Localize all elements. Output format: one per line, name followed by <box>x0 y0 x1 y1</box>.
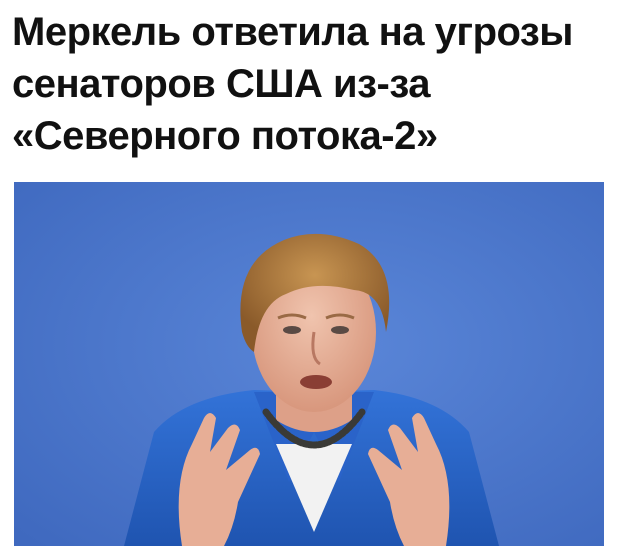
person-portrait-icon <box>14 182 604 546</box>
article-headline[interactable]: Меркель ответила на угрозы сенаторов США… <box>12 6 612 162</box>
article-photo[interactable] <box>14 182 604 546</box>
